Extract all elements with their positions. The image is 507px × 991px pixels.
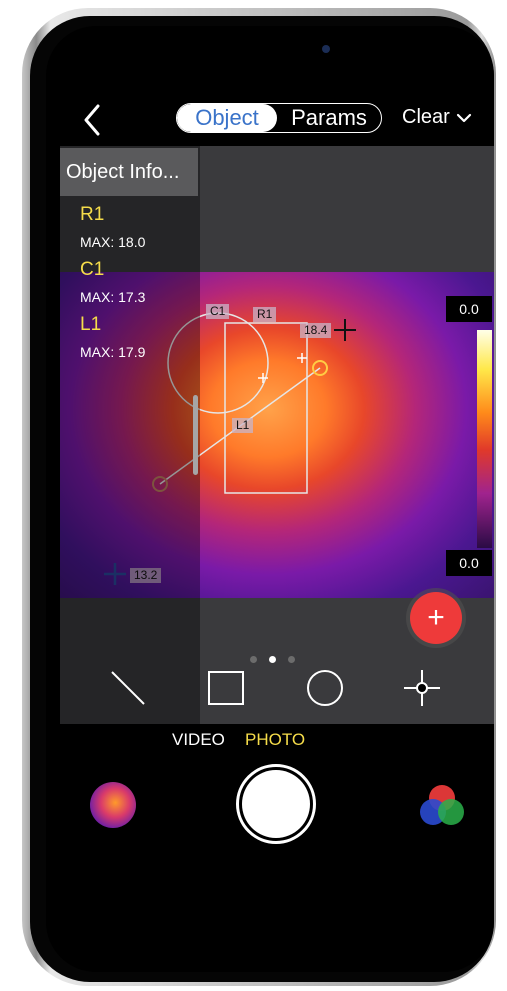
circle-label: C1 — [206, 304, 230, 319]
object-max-c1: MAX: 17.3 — [80, 289, 146, 305]
object-max-r1: MAX: 18.0 — [80, 234, 146, 250]
line-label: L1 — [232, 418, 254, 433]
scale-min-value[interactable]: 0.0 — [446, 550, 492, 576]
crosshair-icon — [258, 353, 307, 383]
add-measurement-button[interactable]: + — [410, 592, 462, 644]
gallery-thumbnail[interactable] — [90, 782, 136, 828]
plus-icon: + — [427, 601, 445, 634]
front-camera — [322, 45, 330, 53]
object-name-l1: L1 — [80, 314, 102, 335]
object-info-header[interactable]: Object Info... — [60, 148, 198, 196]
line-tool-icon[interactable] — [108, 668, 148, 708]
point-tool-icon[interactable] — [402, 668, 442, 708]
shutter-button[interactable] — [236, 764, 316, 844]
page-dot[interactable] — [288, 656, 295, 663]
color-scale-bar — [477, 330, 492, 548]
scale-max-value[interactable]: 0.0 — [446, 296, 492, 322]
object-name-c1: C1 — [80, 259, 105, 280]
object-info-panel — [60, 146, 200, 724]
rect-label: R1 — [253, 307, 277, 322]
mode-video[interactable]: VIDEO — [172, 730, 225, 750]
circle-tool-icon[interactable] — [305, 668, 345, 708]
shutter-inner — [242, 770, 310, 838]
object-max-l1: MAX: 17.9 — [80, 344, 146, 360]
hot-point-crosshair-icon[interactable] — [334, 319, 356, 341]
page-dot[interactable] — [250, 656, 257, 663]
page-dot-active[interactable] — [269, 656, 276, 663]
color-palette-icon[interactable] — [416, 780, 468, 832]
rectangle-tool-icon[interactable] — [206, 668, 246, 708]
hot-point-temp: 18.4 — [300, 323, 332, 338]
mode-photo[interactable]: PHOTO — [245, 730, 305, 750]
object-name-r1: R1 — [80, 204, 105, 225]
page-indicator — [250, 656, 295, 663]
